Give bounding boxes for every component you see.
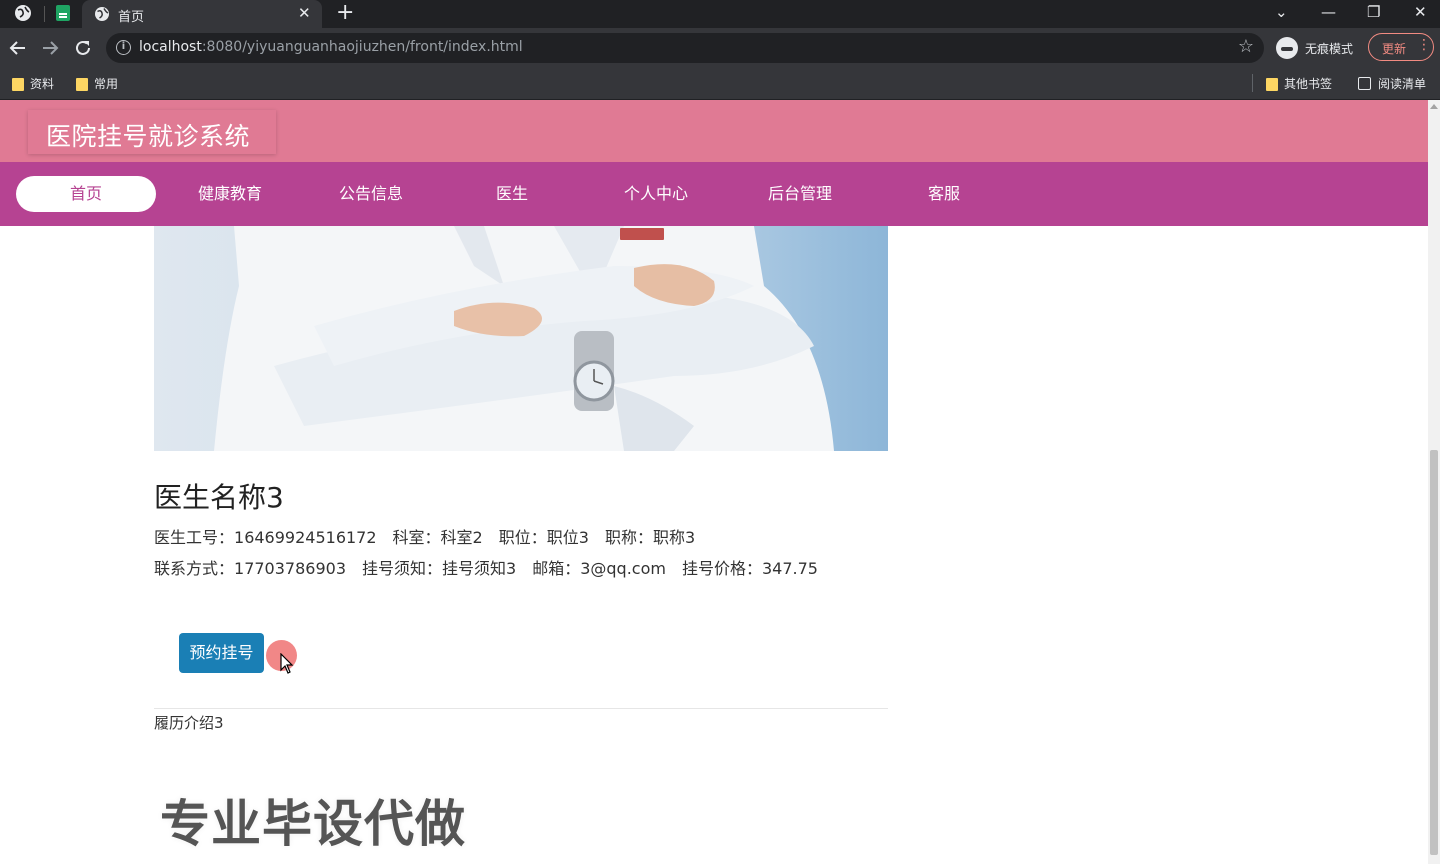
forward-icon[interactable] — [41, 39, 59, 57]
email: 3@qq.com — [580, 559, 666, 578]
tab-separator — [44, 6, 45, 22]
bookmark-label: 阅读清单 — [1378, 77, 1427, 91]
nav-home[interactable]: 首页 — [16, 176, 156, 212]
doctor-photo — [154, 226, 888, 451]
bookmark-label: 常用 — [94, 77, 119, 91]
nav-personal-center[interactable]: 个人中心 — [586, 176, 726, 212]
doctor-name: 医生名称3 — [154, 481, 284, 514]
nav-customer-service[interactable]: 客服 — [874, 176, 1014, 212]
department: 科室2 — [440, 528, 483, 547]
scroll-thumb[interactable] — [1430, 450, 1438, 855]
field-label: 科室： — [392, 528, 441, 547]
url-text: localhost:8080/yiyuanguanhaojiuzhen/fron… — [139, 39, 523, 55]
url-path: :8080/yiyuanguanhaojiuzhen/front/index.h… — [201, 39, 523, 55]
field-label: 职称： — [604, 528, 653, 547]
update-button[interactable]: 更新 ⋮ — [1368, 33, 1434, 61]
page-viewport: 医院挂号就诊系统 首页 健康教育 公告信息 医生 个人中心 后台管理 客服 医生… — [0, 100, 1440, 864]
site-title-box: 医院挂号就诊系统 — [28, 110, 276, 154]
doctor-info-line-1: 医生工号：16469924516172 科室：科室2 职位：职位3 职称：职称3 — [154, 524, 695, 548]
bookmark-label: 其他书签 — [1284, 77, 1333, 91]
folder-icon — [76, 78, 88, 91]
field-label: 职位： — [498, 528, 547, 547]
tab-title: 首页 — [118, 10, 145, 25]
registration-price: 347.75 — [761, 559, 818, 578]
nav-doctors[interactable]: 医生 — [442, 176, 582, 212]
doctor-id: 16469924516172 — [234, 528, 377, 547]
back-icon[interactable] — [9, 39, 27, 57]
browser-tab-bar: 首页 ✕ + ⌄ — ❐ ✕ — [0, 0, 1440, 28]
nav-health-education[interactable]: 健康教育 — [160, 176, 300, 212]
globe-icon[interactable] — [14, 4, 32, 22]
folder-icon — [1266, 78, 1278, 91]
update-label: 更新 — [1382, 42, 1407, 56]
contact-phone: 17703786903 — [234, 559, 346, 578]
resume-text: 履历介绍3 — [154, 714, 224, 732]
nav-announcements[interactable]: 公告信息 — [301, 176, 441, 212]
bookmark-folder-ziliao[interactable]: 资料 — [8, 74, 54, 94]
minimize-icon[interactable]: — — [1321, 3, 1336, 21]
address-bar[interactable]: i localhost:8080/yiyuanguanhaojiuzhen/fr… — [106, 33, 1264, 63]
doctor-info-line-2: 联系方式：17703786903 挂号须知：挂号须知3 邮箱：3@qq.com 挂号价… — [154, 555, 818, 579]
nav-admin[interactable]: 后台管理 — [730, 176, 870, 212]
field-label: 邮箱： — [532, 559, 581, 578]
main-nav: 首页 健康教育 公告信息 医生 个人中心 后台管理 客服 — [0, 162, 1428, 226]
scroll-up-arrow-icon[interactable] — [1430, 104, 1438, 109]
incognito-icon — [1276, 37, 1298, 59]
bookmark-folder-changyong[interactable]: 常用 — [72, 74, 118, 94]
bookmarks-bar: 资料 常用 其他书签 阅读清单 — [0, 68, 1440, 100]
position: 职位3 — [546, 528, 589, 547]
registration-notes: 挂号须知3 — [442, 559, 517, 578]
new-tab-button[interactable]: + — [336, 1, 354, 25]
watermark-text: 专业毕设代做 — [160, 795, 466, 853]
bookmark-star-icon[interactable]: ☆ — [1238, 37, 1254, 57]
field-label: 联系方式： — [154, 559, 235, 578]
bookmarks-divider — [1252, 74, 1253, 92]
field-label: 挂号价格： — [681, 559, 762, 578]
section-divider — [154, 708, 888, 709]
site-title: 医院挂号就诊系统 — [46, 122, 251, 151]
tab-home[interactable]: 首页 ✕ — [82, 0, 322, 28]
reload-icon[interactable] — [74, 39, 92, 57]
reading-list-icon — [1358, 77, 1371, 90]
browser-toolbar: i localhost:8080/yiyuanguanhaojiuzhen/fr… — [0, 28, 1440, 68]
restore-icon[interactable]: ❐ — [1367, 3, 1380, 21]
tab-close-icon[interactable]: ✕ — [298, 4, 311, 22]
field-label: 挂号须知： — [362, 559, 443, 578]
bookmark-other[interactable]: 其他书签 — [1262, 74, 1332, 94]
menu-dots-icon: ⋮ — [1417, 37, 1431, 53]
bookmark-label: 资料 — [30, 77, 55, 91]
globe-icon — [95, 7, 109, 21]
title-rank: 职称3 — [652, 528, 696, 547]
incognito-label: 无痕模式 — [1305, 42, 1354, 56]
book-appointment-button[interactable]: 预约挂号 — [179, 633, 264, 673]
site-info-icon[interactable]: i — [116, 40, 131, 55]
mouse-cursor-icon — [280, 653, 294, 674]
url-host: localhost — [139, 39, 202, 55]
folder-icon — [12, 78, 24, 91]
field-label: 医生工号： — [154, 528, 235, 547]
close-window-icon[interactable]: ✕ — [1414, 3, 1427, 21]
doctor-illustration — [214, 226, 834, 451]
sheets-tab-icon[interactable] — [56, 5, 70, 21]
reading-list[interactable]: 阅读清单 — [1356, 74, 1426, 94]
page-scrollbar[interactable] — [1428, 100, 1440, 864]
tab-search-icon[interactable]: ⌄ — [1275, 3, 1288, 21]
site-header: 医院挂号就诊系统 — [0, 100, 1428, 162]
